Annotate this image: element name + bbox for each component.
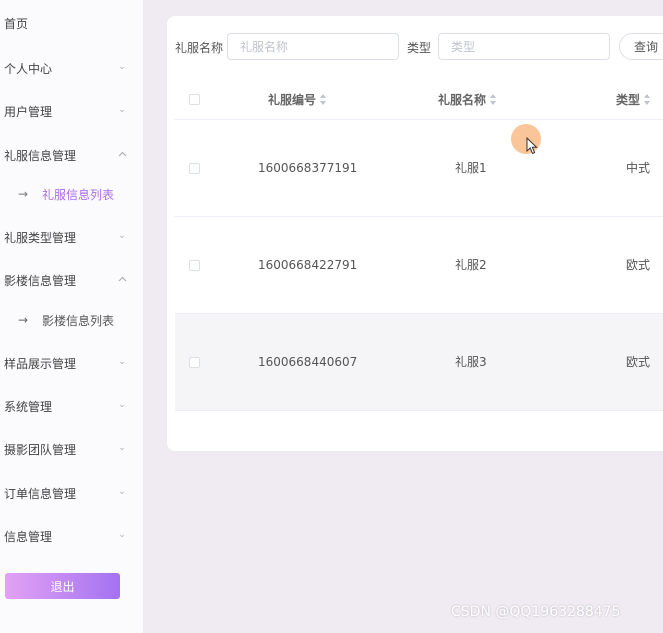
sort-icon[interactable]: [644, 94, 651, 105]
sidebar-item-label: 样品展示管理: [4, 356, 77, 371]
sidebar-item-user-management[interactable]: 用户管理 ⌄: [0, 99, 143, 123]
chevron-down-icon: ⌄: [118, 530, 126, 540]
sidebar-item-sample-display[interactable]: 样品展示管理 ⌄: [0, 351, 143, 375]
column-header-dress-id[interactable]: 礼服编号: [268, 80, 327, 120]
chevron-up-icon: [116, 273, 128, 285]
table-row[interactable]: 1600668377191 礼服1 中式: [175, 120, 663, 217]
sidebar-item-dress-info[interactable]: 礼服信息管理: [0, 143, 143, 167]
arrow-right-icon: →: [18, 187, 29, 201]
column-header-label: 类型: [616, 93, 641, 107]
cell-dress-name: 礼服2: [455, 258, 487, 272]
sort-icon[interactable]: [490, 94, 497, 105]
cell-type: 欧式: [626, 355, 651, 369]
chevron-down-icon: ⌄: [118, 357, 126, 367]
chevron-down-icon: ⌄: [118, 231, 126, 241]
row-checkbox[interactable]: [189, 260, 200, 271]
dress-name-label: 礼服名称: [175, 41, 224, 55]
table-row[interactable]: 1600668440607 礼服3 欧式: [175, 314, 663, 411]
sidebar-item-label: 影楼信息管理: [4, 273, 77, 288]
arrow-right-icon: →: [18, 313, 29, 327]
mouse-pointer-icon: [526, 137, 538, 155]
query-button[interactable]: 查询: [619, 33, 663, 60]
table-header: 礼服编号 礼服名称 类型: [175, 80, 663, 120]
chevron-up-icon: [116, 148, 128, 160]
sidebar-item-home[interactable]: 首页: [0, 11, 143, 35]
sidebar-item-studio-info[interactable]: 影楼信息管理: [0, 268, 143, 292]
sidebar-subitem-dress-list[interactable]: → 礼服信息列表: [0, 182, 143, 206]
dress-name-input[interactable]: [227, 33, 399, 60]
sidebar-item-photo-team[interactable]: 摄影团队管理 ⌄: [0, 437, 143, 461]
chevron-down-icon: ⌄: [118, 62, 126, 72]
type-input[interactable]: [438, 33, 610, 60]
sidebar-item-label: 摄影团队管理: [4, 442, 77, 457]
column-header-dress-name[interactable]: 礼服名称: [438, 80, 497, 120]
sidebar-item-label: 系统管理: [4, 399, 53, 414]
cell-dress-name: 礼服3: [455, 355, 487, 369]
column-header-label: 礼服编号: [268, 93, 317, 107]
chevron-down-icon: ⌄: [118, 487, 126, 497]
table-row[interactable]: 1600668422791 礼服2 欧式: [175, 217, 663, 314]
sidebar-item-label: 礼服类型管理: [4, 230, 77, 245]
row-checkbox[interactable]: [189, 357, 200, 368]
type-label: 类型: [407, 41, 432, 55]
sidebar-item-label: 订单信息管理: [4, 486, 77, 501]
sidebar-item-label: 礼服信息管理: [4, 148, 77, 163]
sidebar-item-info[interactable]: 信息管理 ⌄: [0, 524, 143, 548]
sidebar-item-label: 首页: [4, 16, 29, 31]
sidebar-subitem-label: 礼服信息列表: [42, 187, 115, 202]
cell-dress-id: 1600668377191: [258, 161, 358, 175]
cell-type: 欧式: [626, 258, 651, 272]
sidebar-item-label: 个人中心: [4, 61, 53, 76]
chevron-down-icon: ⌄: [118, 105, 126, 115]
chevron-down-icon: ⌄: [118, 400, 126, 410]
cell-dress-id: 1600668440607: [258, 355, 358, 369]
sidebar-subitem-label: 影楼信息列表: [42, 313, 115, 328]
sidebar-item-system[interactable]: 系统管理 ⌄: [0, 394, 143, 418]
cell-dress-name: 礼服1: [455, 161, 487, 175]
column-header-type[interactable]: 类型: [616, 80, 651, 120]
sidebar-item-label: 信息管理: [4, 529, 53, 544]
cell-type: 中式: [626, 161, 651, 175]
watermark: CSDN @QQ1963288475: [451, 604, 621, 620]
sort-icon[interactable]: [320, 94, 327, 105]
sidebar-item-dress-type[interactable]: 礼服类型管理 ⌄: [0, 225, 143, 249]
sidebar: 首页 个人中心 ⌄ 用户管理 ⌄ 礼服信息管理 → 礼服信息列表 礼服类型管理 …: [0, 0, 143, 633]
sidebar-item-personal-center[interactable]: 个人中心 ⌄: [0, 56, 143, 80]
row-checkbox[interactable]: [189, 163, 200, 174]
logout-button[interactable]: 退出: [5, 573, 120, 599]
column-header-label: 礼服名称: [438, 93, 487, 107]
sidebar-item-orders[interactable]: 订单信息管理 ⌄: [0, 481, 143, 505]
cell-dress-id: 1600668422791: [258, 258, 358, 272]
content-panel: 礼服名称 类型 查询 礼服编号 礼服名称 类型 1600668377191 礼服…: [167, 16, 663, 451]
sidebar-item-label: 用户管理: [4, 104, 53, 119]
sidebar-subitem-studio-list[interactable]: → 影楼信息列表: [0, 308, 143, 332]
chevron-down-icon: ⌄: [118, 443, 126, 453]
select-all-checkbox[interactable]: [189, 94, 200, 105]
